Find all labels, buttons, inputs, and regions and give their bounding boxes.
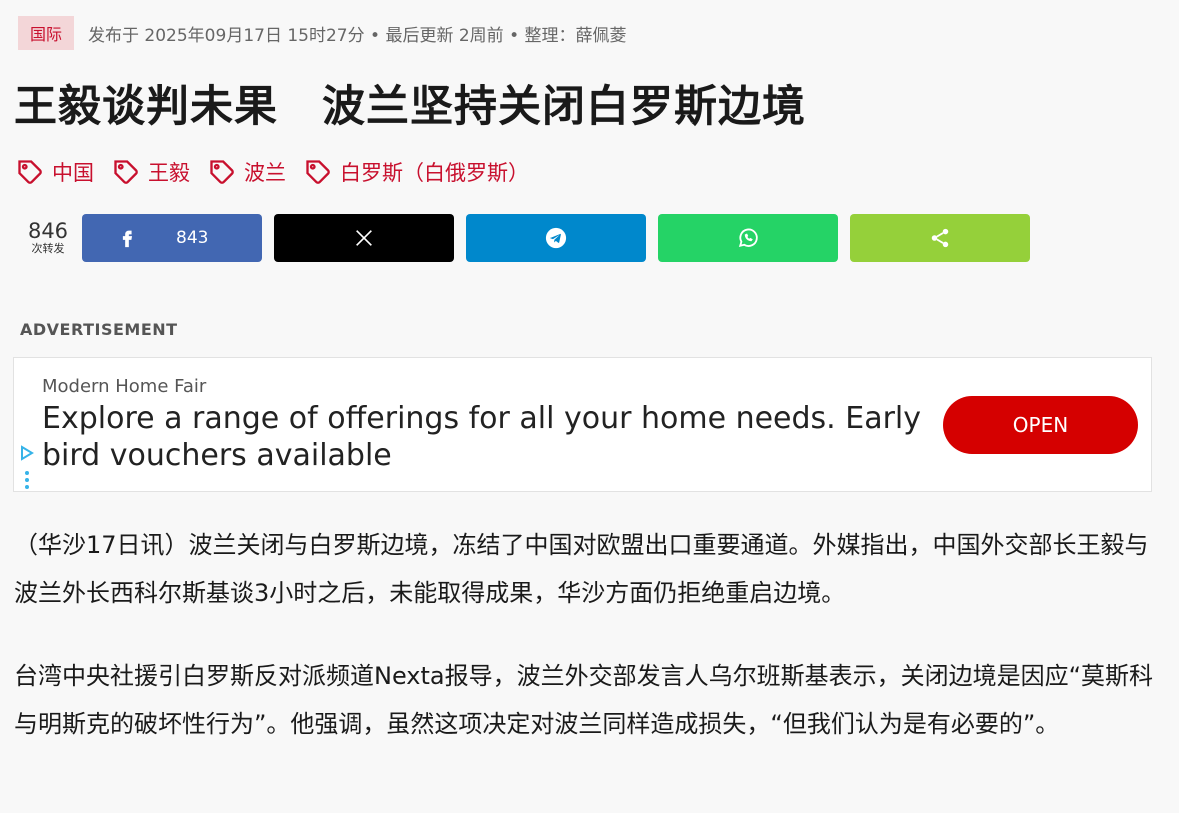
tag-label: 中国 [52,161,94,185]
x-icon [356,230,372,246]
ad-menu-icon[interactable] [24,470,30,490]
share-counter: 846 次转发 [20,220,76,256]
telegram-share-button[interactable] [466,214,646,262]
advertisement-label: ADVERTISEMENT [20,320,178,339]
facebook-share-count: 843 [176,228,209,248]
facebook-share-button[interactable]: 843 [82,214,262,262]
telegram-icon [545,227,567,249]
tag-item[interactable]: 白罗斯（白俄罗斯） [304,157,529,187]
tag-item[interactable]: 波兰 [208,157,286,187]
page-title: 王毅谈判未果 波兰坚持关闭白罗斯边境 [14,82,806,132]
tag-icon [18,160,42,184]
whatsapp-icon [738,228,758,248]
share-icon [931,228,949,248]
facebook-icon [122,230,133,248]
article-meta: 国际 发布于 2025年09月17日 15时27分 • 最后更新 2周前 • 整… [18,16,627,50]
tag-list: 中国 王毅 波兰 白罗斯（白俄罗斯） [16,156,547,188]
ad-advertiser: Modern Home Fair [42,376,207,397]
adchoices-icon[interactable] [18,444,36,462]
share-bar: 846 次转发 843 [20,214,1042,262]
whatsapp-share-button[interactable] [658,214,838,262]
tag-icon [114,160,138,184]
ad-banner[interactable]: Modern Home Fair Explore a range of offe… [13,357,1152,492]
article-paragraph: 台湾中央社援引白罗斯反对派频道Nexta报导，波兰外交部发言人乌尔班斯基表示，关… [14,662,1154,738]
tag-item[interactable]: 王毅 [112,157,190,187]
ad-open-button[interactable]: OPEN [943,396,1138,454]
x-share-button[interactable] [274,214,454,262]
generic-share-button[interactable] [850,214,1030,262]
tag-icon [210,160,234,184]
tag-item[interactable]: 中国 [16,157,94,187]
tag-label: 白罗斯（白俄罗斯） [340,161,529,185]
tag-label: 波兰 [244,161,286,185]
publish-info: 发布于 2025年09月17日 15时27分 • 最后更新 2周前 • 整理：薛… [88,25,627,46]
share-count-label: 次转发 [31,242,65,255]
tag-icon [306,160,330,184]
tag-label: 王毅 [148,161,190,185]
category-badge[interactable]: 国际 [18,16,75,50]
ad-headline: Explore a range of offerings for all you… [42,401,922,473]
share-count-number: 846 [27,219,69,243]
article-paragraph: （华沙17日讯）波兰关闭与白罗斯边境，冻结了中国对欧盟出口重要通道。外媒指出，中… [14,531,1149,607]
